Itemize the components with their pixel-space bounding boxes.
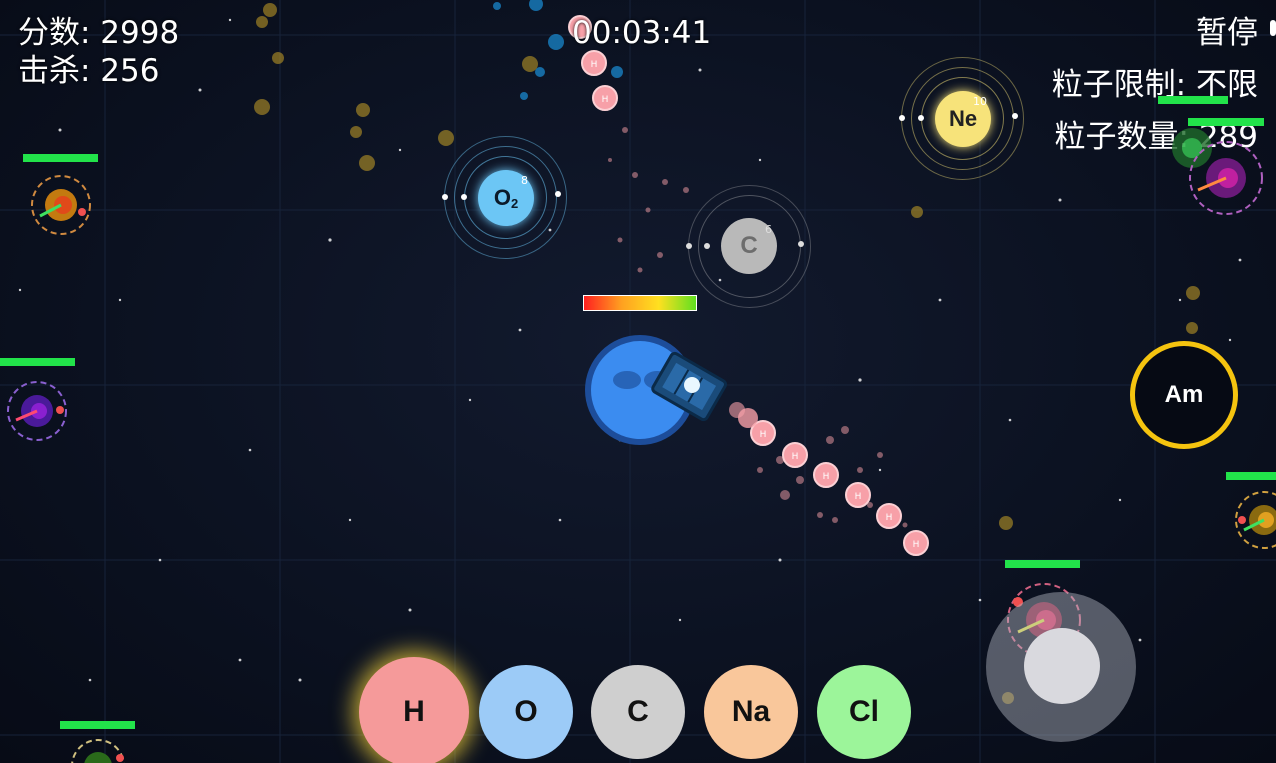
enemy-health-bar	[0, 358, 75, 366]
enemy-health-bar	[23, 154, 98, 162]
element-button-cl[interactable]: Cl	[817, 665, 911, 759]
player-ship	[585, 335, 728, 445]
player-health-bar	[583, 295, 697, 311]
svg-text:H: H	[855, 492, 862, 502]
neon-symbol: Ne	[948, 106, 978, 131]
enemy-health-bar	[1005, 560, 1080, 568]
svg-text:H: H	[591, 60, 598, 70]
americium-enemy: Am	[1130, 341, 1238, 449]
enemy	[1235, 491, 1276, 549]
enemy	[71, 739, 125, 763]
svg-text:H: H	[913, 540, 920, 550]
game-timer: 00:03:41	[572, 15, 712, 51]
svg-text:H: H	[886, 513, 893, 523]
oxygen-subscript: 2	[510, 195, 519, 211]
carbon-symbol: C	[740, 232, 758, 259]
joystick-thumb[interactable]	[1024, 628, 1100, 704]
enemy	[31, 175, 91, 235]
game-canvas[interactable]: HHH HHH HH 分数: 2998 击杀: 256 00:03:41 暂停 …	[0, 0, 1276, 763]
oxygen-atom: O2 8	[442, 136, 568, 260]
neon-atom: Ne 10	[899, 57, 1025, 181]
element-button-c[interactable]: C	[591, 665, 685, 759]
element-button-na[interactable]: Na	[704, 665, 798, 759]
element-button-label: Cl	[849, 695, 879, 728]
svg-text:H: H	[792, 452, 799, 462]
element-button-label: C	[627, 695, 649, 728]
neon-number: 10	[973, 95, 987, 108]
enemy-health-bar	[60, 721, 135, 729]
oxygen-number: 8	[521, 174, 528, 187]
pause-icon	[1270, 20, 1276, 36]
element-button-label: H	[403, 695, 425, 728]
enemy-health-bar	[1226, 472, 1276, 480]
kills-label: 击杀: 256	[18, 53, 160, 89]
pause-button[interactable]: 暂停	[1196, 14, 1258, 52]
enemy	[1172, 128, 1263, 215]
element-button-h[interactable]: H	[359, 657, 469, 763]
enemy	[7, 381, 67, 441]
svg-text:H: H	[602, 95, 609, 105]
element-button-label: Na	[731, 695, 771, 728]
carbon-number: 6	[765, 223, 772, 236]
carbon-atom: C 6	[686, 185, 812, 309]
americium-symbol: Am	[1164, 381, 1204, 408]
svg-text:H: H	[823, 472, 830, 482]
element-button-label: O	[514, 695, 538, 728]
element-button-o[interactable]: O	[479, 665, 573, 759]
enemy-health-bar	[1158, 96, 1228, 104]
virtual-joystick[interactable]	[986, 592, 1136, 742]
oxygen-symbol: O	[493, 185, 511, 210]
score-label: 分数: 2998	[18, 15, 180, 51]
